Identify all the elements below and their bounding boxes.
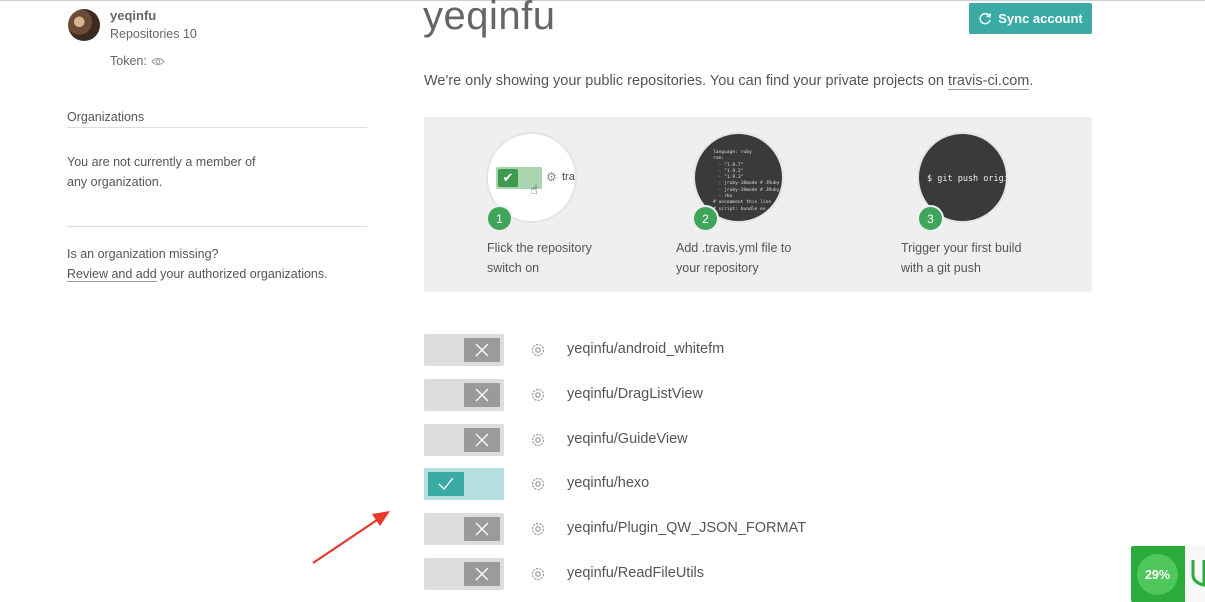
step-1-illustration-text: tra — [562, 171, 575, 183]
step-1: ✔ ⚙ tra ☝ 1 Flick the repository switch … — [486, 117, 686, 292]
git-push-illustration-text: $ git push origin — [927, 174, 1008, 184]
toggle-knob-off — [464, 338, 500, 362]
repo-name[interactable]: yeqinfu/DragListView — [567, 386, 703, 402]
check-icon: ✔ — [498, 169, 518, 187]
sidebar-divider — [67, 226, 367, 227]
repo-row: yeqinfu/DragListView — [424, 379, 924, 411]
organization-missing-text: Is an organization missing? — [67, 247, 219, 261]
travis-ci-com-link[interactable]: travis-ci.com — [947, 73, 1030, 90]
step-2-number: 2 — [692, 205, 719, 232]
avatar[interactable] — [68, 9, 100, 41]
getting-started-steps: ✔ ⚙ tra ☝ 1 Flick the repository switch … — [424, 117, 1092, 292]
repo-toggle-switch[interactable] — [424, 468, 504, 500]
gear-icon: ⚙ — [546, 170, 557, 184]
x-icon — [475, 522, 489, 536]
page-title: yeqinfu — [423, 0, 556, 38]
gear-icon[interactable] — [529, 565, 547, 583]
token-row: Token: — [110, 54, 165, 68]
step-1-caption: Flick the repository switch on — [487, 241, 592, 275]
public-repos-notice: We're only showing your public repositor… — [424, 73, 1034, 90]
step-3-caption: Trigger your first build with a git push — [901, 241, 1022, 275]
widget-side-panel — [1185, 546, 1205, 602]
review-rest-text: your authorized organizations. — [156, 267, 328, 281]
repo-name[interactable]: yeqinfu/hexo — [567, 475, 649, 491]
repo-row: yeqinfu/Plugin_QW_JSON_FORMAT — [424, 513, 924, 545]
widget-percent-badge: 29% — [1137, 554, 1178, 595]
repo-row: yeqinfu/android_whitefm — [424, 334, 924, 366]
repo-toggle-switch[interactable] — [424, 379, 504, 411]
travis-yml-illustration-text: language: ruby rvm: - "1.8.7" - "1.9.2" … — [713, 150, 780, 212]
hand-pointer-icon: ☝ — [530, 182, 538, 197]
x-icon — [475, 388, 489, 402]
gear-icon[interactable] — [529, 475, 547, 493]
annotation-arrow-icon — [312, 511, 390, 564]
eye-icon[interactable] — [151, 57, 165, 66]
toggle-knob-off — [464, 517, 500, 541]
sync-account-label: Sync account — [998, 11, 1083, 26]
notice-suffix: . — [1029, 73, 1034, 89]
step-2: language: ruby rvm: - "1.8.7" - "1.9.2" … — [676, 117, 876, 292]
step-1-number: 1 — [486, 205, 513, 232]
gear-icon[interactable] — [529, 520, 547, 538]
check-icon — [438, 477, 454, 490]
sync-account-button[interactable]: Sync account — [969, 3, 1092, 34]
token-label: Token: — [110, 54, 147, 68]
gear-icon[interactable] — [529, 386, 547, 404]
x-icon — [475, 567, 489, 581]
toggle-knob-off — [464, 562, 500, 586]
floating-security-widget[interactable]: 29% — [1131, 546, 1205, 602]
x-icon — [475, 343, 489, 357]
repo-row: yeqinfu/GuideView — [424, 424, 924, 456]
gear-icon[interactable] — [529, 431, 547, 449]
step-3-number: 3 — [917, 205, 944, 232]
repo-row: yeqinfu/ReadFileUtils — [424, 558, 924, 590]
review-line: Review and add your authorized organizat… — [67, 264, 328, 284]
toggle-knob-on — [428, 472, 464, 496]
repo-row: yeqinfu/hexo — [424, 468, 924, 500]
step-2-caption: Add .travis.yml file to your repository — [676, 241, 792, 275]
repo-name[interactable]: yeqinfu/GuideView — [567, 431, 688, 447]
repo-toggle-switch[interactable] — [424, 424, 504, 456]
organizations-empty-text: You are not currently a member of any or… — [67, 155, 256, 189]
repo-name[interactable]: yeqinfu/Plugin_QW_JSON_FORMAT — [567, 520, 806, 536]
x-icon — [475, 433, 489, 447]
toggle-knob-off — [464, 383, 500, 407]
shield-icon — [1191, 560, 1205, 587]
organization-missing-block: Is an organization missing? Review and a… — [67, 244, 328, 284]
repo-toggle-switch[interactable] — [424, 334, 504, 366]
repo-toggle-switch[interactable] — [424, 513, 504, 545]
organizations-heading: Organizations — [67, 110, 367, 128]
repo-toggle-switch[interactable] — [424, 558, 504, 590]
repo-name[interactable]: yeqinfu/ReadFileUtils — [567, 565, 704, 581]
review-and-add-link[interactable]: Review and add — [67, 267, 157, 282]
sidebar-username[interactable]: yeqinfu — [110, 8, 156, 23]
sync-icon — [979, 12, 992, 24]
repositories-count: Repositories 10 — [110, 27, 197, 41]
step-3: $ git push origin 3 Trigger your first b… — [901, 117, 1101, 292]
gear-icon[interactable] — [529, 341, 547, 359]
notice-prefix: We're only showing your public repositor… — [424, 73, 948, 89]
toggle-knob-off — [464, 428, 500, 452]
repo-name[interactable]: yeqinfu/android_whitefm — [567, 341, 724, 357]
